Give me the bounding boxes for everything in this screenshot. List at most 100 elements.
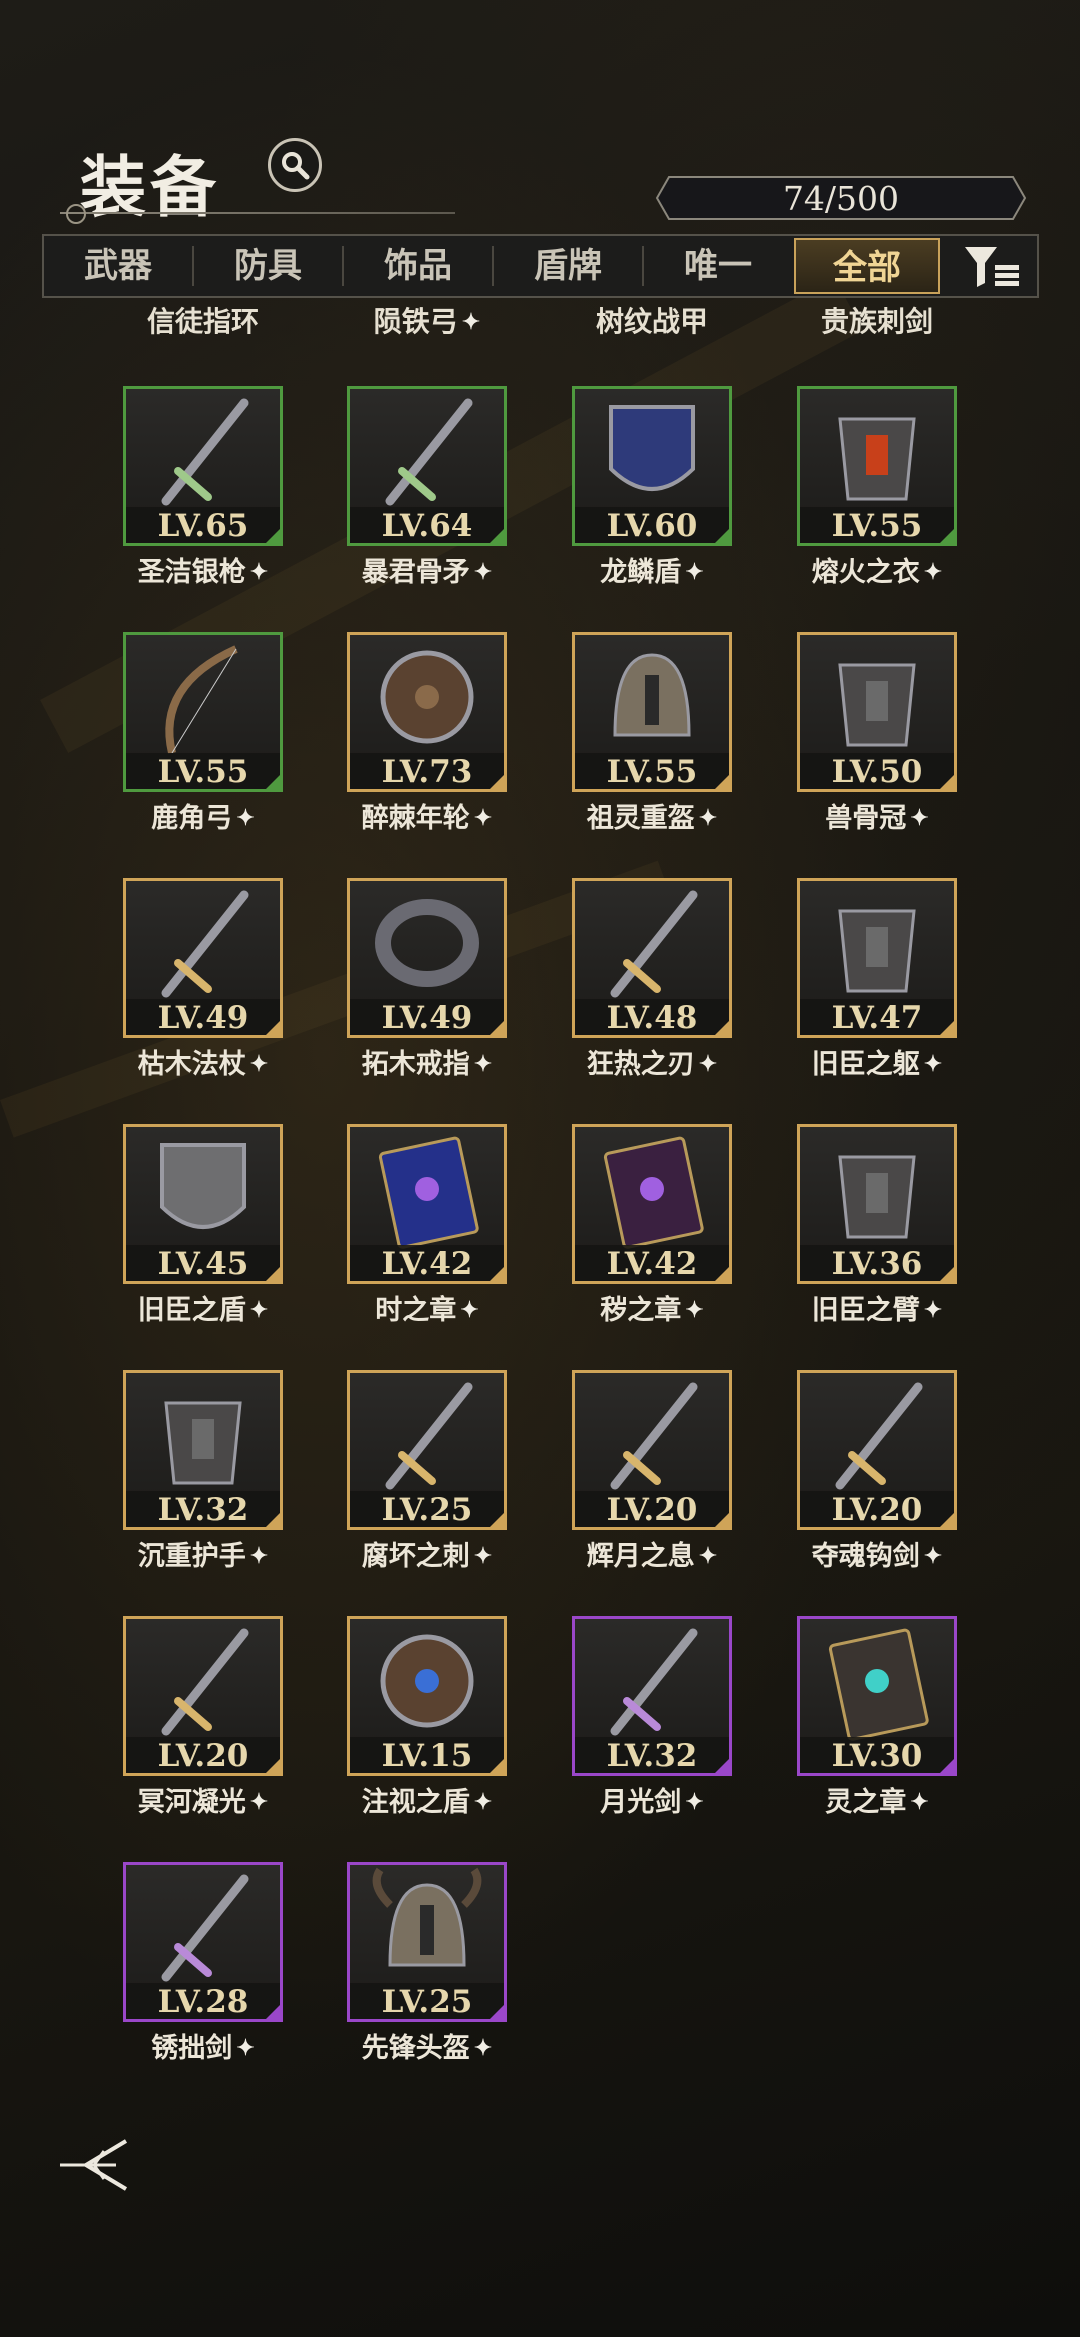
item-level: LV.47 [831, 1000, 923, 1036]
item-name: 辉月之息 ✦ [542, 1534, 762, 1573]
item-name-text: 先锋头盔 [361, 2033, 470, 2064]
item-level: LV.25 [381, 1492, 473, 1528]
item-name-text: 秽之章 [600, 1295, 682, 1326]
sparkle-icon: ✦ [698, 1543, 718, 1569]
item-name-text: 灵之章 [825, 1787, 907, 1818]
equipment-slot[interactable]: LV.32 月光剑 ✦ [572, 1616, 732, 1818]
equipment-slot[interactable]: LV.49 枯木法杖 ✦ [123, 878, 283, 1080]
back-button[interactable] [56, 2135, 136, 2195]
rarity-corner [266, 1759, 280, 1773]
equipment-slot[interactable]: LV.30 灵之章 ✦ [797, 1616, 957, 1818]
item-level: LV.15 [381, 1738, 473, 1774]
tab-all[interactable]: 全部 [794, 238, 940, 294]
equipment-frame: LV.28 [123, 1862, 283, 2022]
equipment-slot[interactable]: LV.47 旧臣之躯 ✦ [797, 878, 957, 1080]
back-arrow-icon [60, 2139, 128, 2191]
sparkle-icon: ✦ [473, 1543, 493, 1569]
item-level: LV.55 [831, 508, 923, 544]
sparkle-icon: ✦ [685, 559, 704, 585]
equipment-slot[interactable]: LV.60 龙鳞盾 ✦ [572, 386, 732, 588]
dark-tome-icon [603, 1136, 704, 1249]
search-button[interactable] [268, 138, 322, 192]
item-name-text: 兽骨冠 [825, 803, 907, 834]
eye-shield-icon [380, 1634, 474, 1728]
equipment-slot[interactable]: LV.49 拓木戒指 ✦ [347, 878, 507, 1080]
equipment-slot[interactable]: LV.36 旧臣之臂 ✦ [797, 1124, 957, 1326]
item-name-text: 枯木法杖 [137, 1049, 246, 1080]
rarity-corner [715, 1021, 729, 1035]
dragon-shield-icon [609, 405, 695, 491]
equipment-frame: LV.36 [797, 1124, 957, 1284]
equipment-slot[interactable]: LV.55 祖灵重盔 ✦ [572, 632, 732, 834]
rarity-corner [266, 1267, 280, 1281]
equipment-frame: LV.73 [347, 632, 507, 792]
item-name-text: 旧臣之盾 [137, 1295, 246, 1326]
equipment-frame: LV.49 [123, 878, 283, 1038]
equipment-frame: LV.15 [347, 1616, 507, 1776]
equipment-slot[interactable]: LV.15 注视之盾 ✦ [347, 1616, 507, 1818]
ring-icon [375, 899, 479, 987]
item-level: LV.45 [157, 1246, 249, 1282]
equipment-slot[interactable]: LV.45 旧臣之盾 ✦ [123, 1124, 283, 1326]
item-name-text: 圣洁银枪 [137, 557, 246, 588]
equipment-slot[interactable]: LV.55 熔火之衣 ✦ [797, 386, 957, 588]
antler-crown-icon [838, 663, 916, 747]
equipment-slot[interactable]: LV.28 锈拙剑 ✦ [123, 1862, 283, 2064]
item-level: LV.49 [381, 1000, 473, 1036]
rarity-corner [490, 2005, 504, 2019]
moon-sword-icon [610, 1382, 698, 1490]
item-name-text: 狂热之刃 [586, 1049, 695, 1080]
equipment-slot[interactable]: LV.64 暴君骨矛 ✦ [347, 386, 507, 588]
tab-shields[interactable]: 盾牌 [494, 238, 642, 294]
tab-armor[interactable]: 防具 [194, 238, 342, 294]
item-name: 熔火之衣 ✦ [767, 550, 987, 589]
bracer-icon [164, 1401, 242, 1485]
equipment-slot[interactable]: LV.65 圣洁银枪 ✦ [123, 386, 283, 588]
item-name: 腐坏之刺 ✦ [317, 1534, 537, 1573]
equipment-slot[interactable]: LV.48 狂热之刃 ✦ [572, 878, 732, 1080]
item-name: 沉重护手 ✦ [93, 1534, 313, 1573]
helmet-icon [613, 653, 691, 737]
sparkle-icon: ✦ [236, 2035, 255, 2061]
item-level: LV.20 [157, 1738, 249, 1774]
item-level: LV.32 [157, 1492, 249, 1528]
title-ornament [66, 204, 86, 224]
bone-spear-icon [385, 398, 473, 506]
page-header: 装备 [60, 128, 455, 226]
equipment-slot[interactable]: LV.73 醉棘年轮 ✦ [347, 632, 507, 834]
equipment-slot[interactable]: LV.20 辉月之息 ✦ [572, 1370, 732, 1572]
filter-button[interactable] [950, 238, 1035, 294]
item-name-text: 树纹战甲 [595, 305, 708, 338]
rarity-corner [940, 1267, 954, 1281]
equipment-slot[interactable]: LV.25 腐坏之刺 ✦ [347, 1370, 507, 1572]
rarity-corner [490, 529, 504, 543]
equipment-slot[interactable]: LV.42 时之章 ✦ [347, 1124, 507, 1326]
item-level: LV.42 [381, 1246, 473, 1282]
equipment-frame: LV.55 [572, 632, 732, 792]
item-name: 时之章 ✦ [317, 1288, 537, 1327]
category-tabs: 武器 防具 饰品 盾牌 唯一 全部 [42, 234, 1039, 298]
equipment-slot[interactable]: LV.20 夺魂钩剑 ✦ [797, 1370, 957, 1572]
title-underline [60, 212, 455, 214]
equipment-slot[interactable]: LV.20 冥河凝光 ✦ [123, 1616, 283, 1818]
item-name: 灵之章 ✦ [767, 1780, 987, 1819]
equipment-slot[interactable]: LV.50 兽骨冠 ✦ [797, 632, 957, 834]
sparkle-icon: ✦ [923, 1297, 943, 1323]
tome-icon [378, 1136, 479, 1249]
rarity-corner [490, 1021, 504, 1035]
equipment-slot[interactable]: LV.55 鹿角弓 ✦ [123, 632, 283, 834]
sparkle-icon: ✦ [698, 805, 718, 831]
item-level: LV.20 [831, 1492, 923, 1528]
item-name: 注视之盾 ✦ [317, 1780, 537, 1819]
sparkle-icon: ✦ [249, 1789, 269, 1815]
equipment-frame: LV.32 [123, 1370, 283, 1530]
tab-accessories[interactable]: 饰品 [344, 238, 492, 294]
tab-unique[interactable]: 唯一 [644, 238, 792, 294]
equipment-slot[interactable]: LV.42 秽之章 ✦ [572, 1124, 732, 1326]
hook-sword-icon [835, 1382, 923, 1490]
spirit-tome-icon [828, 1628, 929, 1741]
item-name: 兽骨冠 ✦ [767, 796, 987, 835]
equipment-slot[interactable]: LV.25 先锋头盔 ✦ [347, 1862, 507, 2064]
tab-weapons[interactable]: 武器 [44, 238, 192, 294]
equipment-slot[interactable]: LV.32 沉重护手 ✦ [123, 1370, 283, 1572]
